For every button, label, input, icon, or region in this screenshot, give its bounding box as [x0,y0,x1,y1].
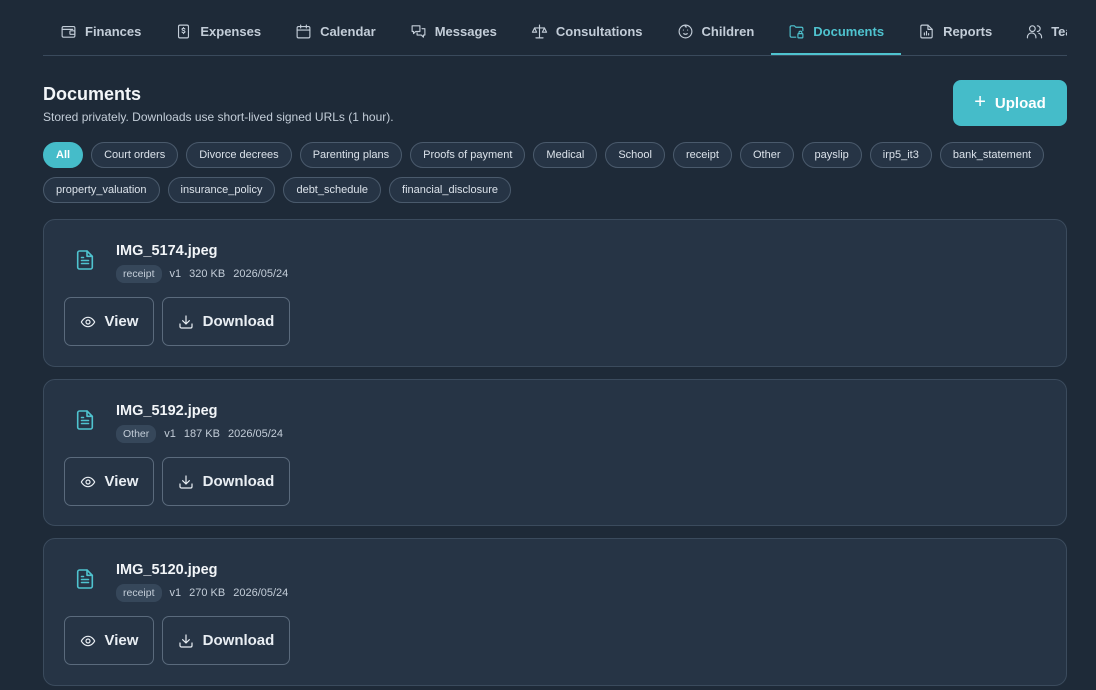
document-filename: IMG_5120.jpeg [116,562,218,578]
tab-expenses[interactable]: Expenses [158,10,278,55]
filter-chip-medical[interactable]: Medical [533,142,598,168]
document-card: IMG_5192.jpeg Other v1 187 KB 2026/05/24… [43,379,1067,526]
document-filename: IMG_5192.jpeg [116,403,218,419]
document-version: v1 [169,587,182,599]
filter-chip-bank-statement[interactable]: bank_statement [939,142,1045,168]
file-text-icon [76,250,94,270]
tab-team[interactable]: Team [1009,10,1067,55]
document-version: v1 [169,268,182,280]
filter-chip-insurance-policy[interactable]: insurance_policy [167,177,276,203]
file-text-icon [76,569,94,589]
filter-chip-receipt[interactable]: receipt [672,142,732,168]
tab-calendar[interactable]: Calendar [278,10,393,55]
download-label: Download [202,473,275,490]
filter-chips: All Court orders Divorce decrees Parenti… [43,142,1067,203]
download-icon [179,314,193,329]
download-icon [179,474,193,489]
filter-chip-court-orders[interactable]: Court orders [91,142,179,168]
document-tag: Other [116,425,157,443]
tab-children[interactable]: Children [660,10,772,55]
folder-lock-icon [789,25,804,39]
filter-chip-other[interactable]: Other [740,142,794,168]
download-button[interactable]: Download [162,297,290,346]
document-size: 270 KB [189,587,226,599]
document-card: IMG_5120.jpeg receipt v1 270 KB 2026/05/… [43,538,1067,686]
tab-label: Messages [434,24,497,39]
filter-chip-school[interactable]: School [605,142,665,168]
tab-label: Finances [85,24,142,39]
tab-label: Expenses [200,24,262,39]
tab-label: Children [701,24,755,39]
eye-icon [80,316,95,327]
page-title: Documents [43,84,142,104]
tab-documents[interactable]: Documents [771,10,902,55]
scales-icon [531,24,548,39]
plus-icon: + [974,91,986,113]
eye-icon [80,476,95,487]
filter-chip-proofs-of-payment[interactable]: Proofs of payment [410,142,526,168]
download-label: Download [202,313,275,330]
document-meta: receipt v1 270 KB 2026/05/24 [116,584,288,602]
tab-bar: Finances Expenses Calendar Messages Cons… [43,10,1067,56]
download-label: Download [202,632,275,649]
tab-consultations[interactable]: Consultations [514,10,660,55]
download-button[interactable]: Download [162,457,290,506]
tab-label: Documents [813,24,885,39]
upload-label: Upload [994,94,1046,112]
view-label: View [104,473,139,490]
document-date: 2026/05/24 [233,587,289,599]
file-chart-icon [920,24,933,39]
calendar-icon [296,24,311,39]
filter-chip-property-valuation[interactable]: property_valuation [43,177,160,203]
filter-chip-divorce-decrees[interactable]: Divorce decrees [186,142,292,168]
upload-button[interactable]: + Upload [953,80,1067,126]
document-version: v1 [164,428,176,440]
document-tag: receipt [116,265,162,283]
messages-icon [411,25,426,38]
tab-label: Team [1051,24,1067,39]
baby-icon [678,24,692,39]
view-label: View [104,313,139,330]
view-button[interactable]: View [64,457,154,506]
filter-chip-irp5-it3[interactable]: irp5_it3 [869,142,932,168]
tab-label: Consultations [555,24,643,39]
tab-label: Reports [943,24,993,39]
filter-chip-all[interactable]: All [43,142,84,168]
tab-finances[interactable]: Finances [43,10,158,55]
document-tag: receipt [116,584,162,602]
documents-page: Finances Expenses Calendar Messages Cons… [0,0,1096,690]
download-button[interactable]: Download [162,616,290,665]
filter-chip-financial-disclosure[interactable]: financial_disclosure [389,177,512,203]
page-subtitle: Stored privately. Downloads use short-li… [43,110,394,124]
view-button[interactable]: View [64,616,154,665]
document-date: 2026/05/24 [233,268,289,280]
users-icon [1027,25,1043,39]
receipt-dollar-icon [178,24,190,39]
view-label: View [104,632,139,649]
download-icon [179,633,193,648]
filter-chip-payslip[interactable]: payslip [801,142,862,168]
document-meta: Other v1 187 KB 2026/05/24 [116,425,283,443]
tab-reports[interactable]: Reports [901,10,1009,55]
document-filename: IMG_5174.jpeg [116,243,218,259]
document-size: 187 KB [183,428,220,440]
document-date: 2026/05/24 [227,428,284,440]
eye-icon [80,635,95,646]
document-size: 320 KB [189,268,226,280]
document-meta: receipt v1 320 KB 2026/05/24 [116,265,288,283]
view-button[interactable]: View [64,297,154,346]
tab-label: Calendar [320,24,376,39]
document-card: IMG_5174.jpeg receipt v1 320 KB 2026/05/… [43,219,1067,367]
filter-chip-debt-schedule[interactable]: debt_schedule [283,177,382,203]
tab-messages[interactable]: Messages [393,10,514,55]
filter-chip-parenting-plans[interactable]: Parenting plans [299,142,403,168]
wallet-icon [61,25,76,38]
file-text-icon [76,410,94,430]
